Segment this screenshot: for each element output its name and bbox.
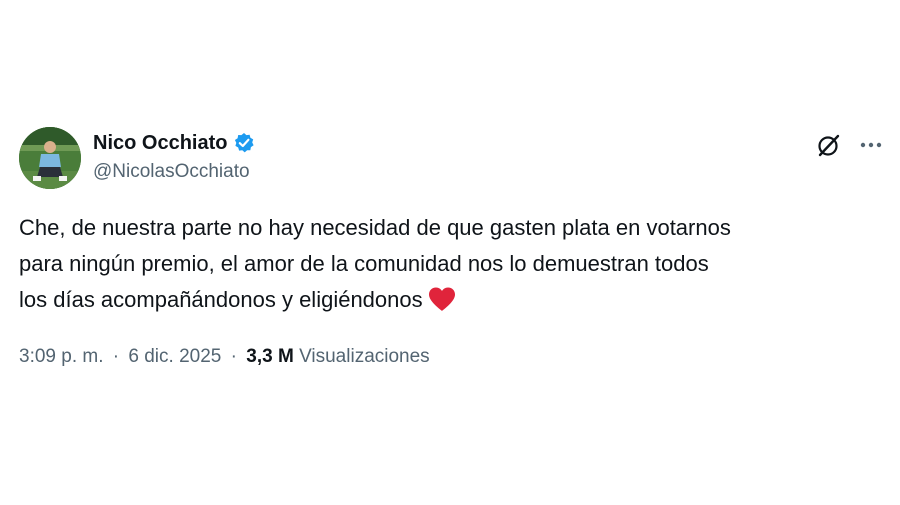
tweet-card: Nico Occhiato @NicolasOcchiato Che, de n… xyxy=(0,0,900,505)
name-row: Nico Occhiato xyxy=(93,129,255,157)
author-display-name[interactable]: Nico Occhiato xyxy=(93,132,227,155)
tweet-text-line: Che, de nuestra parte no hay necesidad d… xyxy=(19,215,731,240)
author-block: Nico Occhiato @NicolasOcchiato xyxy=(93,129,255,183)
tweet-text-line: para ningún premio, el amor de la comuni… xyxy=(19,251,709,276)
more-options-icon[interactable] xyxy=(857,131,885,159)
meta-separator: · xyxy=(230,346,237,367)
verified-badge-icon xyxy=(233,132,255,154)
tweet-text: Che, de nuestra parte no hay necesidad d… xyxy=(19,210,889,318)
tweet-meta: 3:09 p. m. · 6 dic. 2025 · 3,3 M Visuali… xyxy=(19,346,430,368)
tweet-time[interactable]: 3:09 p. m. xyxy=(19,346,104,367)
tweet-text-line: los días acompañándonos y eligiéndonos xyxy=(19,287,423,312)
grok-icon[interactable] xyxy=(815,131,843,159)
tweet-date[interactable]: 6 dic. 2025 xyxy=(128,346,221,367)
meta-separator: · xyxy=(112,346,120,367)
avatar-image xyxy=(19,127,81,189)
author-handle[interactable]: @NicolasOcchiato xyxy=(93,161,255,183)
red-heart-emoji-icon xyxy=(427,286,457,312)
avatar[interactable] xyxy=(19,127,81,189)
views-count: 3,3 M xyxy=(246,346,294,367)
views-label: Visualizaciones xyxy=(299,346,430,367)
